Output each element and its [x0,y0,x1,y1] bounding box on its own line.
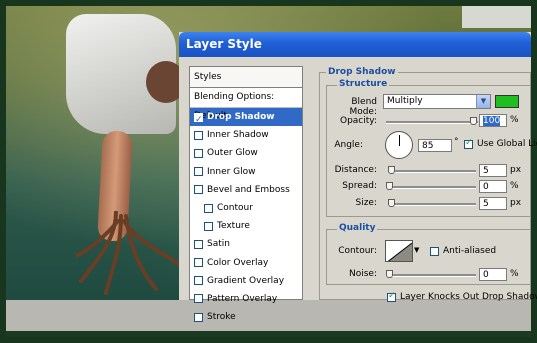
blend-mode-value: Multiply [387,96,423,106]
size-slider-track[interactable] [388,203,476,206]
style-item-contour[interactable]: Contour [190,199,302,217]
dialog-titlebar[interactable]: Layer Style [179,32,531,57]
angle-unit: ° [454,137,459,147]
structure-title: Structure [337,79,390,89]
angle-dial[interactable] [385,131,413,159]
styles-list-panel: Styles Blending Options: Default Drop Sh… [189,66,303,322]
style-item-label: Drop Shadow [207,112,275,123]
style-item-checkbox[interactable] [194,167,203,177]
use-global-light-checkbox[interactable] [464,138,473,149]
anti-aliased-label: Anti-aliased [443,246,497,256]
style-item-label: Outer Glow [207,148,258,159]
style-item-label: Texture [217,221,250,232]
tree-roots [76,211,183,295]
angle-needle [399,135,400,146]
blending-options-item[interactable]: Blending Options: Default [190,88,302,121]
style-item-checkbox[interactable] [194,312,203,322]
knockout-label: Layer Knocks Out Drop Shadow [400,292,537,302]
spread-slider-track[interactable] [388,186,476,189]
background-window [462,6,531,28]
style-items-list: Drop Shadow Inner Shadow Outer Glow Inner G… [190,108,302,326]
style-item-color-overlay[interactable]: Color Overlay [190,254,302,272]
distance-slider-thumb[interactable] [388,166,395,174]
spread-input[interactable]: 0 [479,180,507,193]
style-item-checkbox[interactable] [194,258,203,268]
spread-label: Spread: [342,181,377,191]
style-item-label: Color Overlay [207,257,269,268]
style-item-label: Inner Shadow [207,130,269,141]
distance-unit: px [510,165,522,175]
layer-style-dialog: Layer Style Styles Blending Options: Def… [179,32,537,322]
style-item-checkbox[interactable] [194,111,203,129]
opacity-slider-track[interactable] [386,121,478,124]
spread-slider-thumb[interactable] [386,182,393,190]
style-item-checkbox[interactable] [194,148,203,158]
style-item-label: Bevel and Emboss [207,184,290,195]
opacity-unit: % [510,115,519,125]
style-item-checkbox[interactable] [194,294,203,304]
anti-aliased-checkbox[interactable] [430,246,439,256]
dialog-title: Layer Style [186,37,262,51]
style-item-label: Contour [217,203,253,214]
noise-slider-track[interactable] [388,274,476,277]
opacity-label: Opacity: [340,116,377,126]
style-item-label: Inner Glow [207,166,256,177]
style-item-label: Gradient Overlay [207,275,285,286]
contour-dropdown-arrow[interactable]: ▼ [414,246,419,254]
distance-slider-track[interactable] [388,170,476,173]
style-item-label: Satin [207,239,230,250]
style-item-bevel-and-emboss[interactable]: Bevel and Emboss [190,181,302,199]
opacity-slider-thumb[interactable] [470,117,477,125]
distance-input[interactable]: 5 [479,164,507,177]
style-item-checkbox[interactable] [194,239,203,249]
style-item-checkbox[interactable] [204,203,213,213]
blend-mode-label: Blend Mode: [349,97,377,117]
anti-aliased-option[interactable]: Anti-aliased [430,246,496,256]
style-item-outer-glow[interactable]: Outer Glow [190,144,302,162]
style-item-checkbox[interactable] [204,221,213,231]
noise-label: Noise: [349,269,377,279]
style-item-texture[interactable]: Texture [190,217,302,235]
size-input[interactable]: 5 [479,197,507,210]
style-item-drop-shadow[interactable]: Drop Shadow [190,108,302,129]
angle-label: Angle: [334,140,363,150]
style-item-stroke[interactable]: Stroke [190,308,302,326]
style-item-pattern-overlay[interactable]: Pattern Overlay [190,290,302,308]
use-global-light-label: Use Global Light [477,139,537,149]
distance-label: Distance: [334,165,377,175]
size-slider-thumb[interactable] [388,199,395,207]
contour-preview[interactable] [385,240,413,262]
style-item-inner-glow[interactable]: Inner Glow [190,163,302,181]
style-item-gradient-overlay[interactable]: Gradient Overlay [190,272,302,290]
style-item-label: Pattern Overlay [207,293,278,304]
style-item-checkbox[interactable] [194,276,203,286]
contour-label: Contour: [338,246,377,256]
spread-unit: % [510,181,519,191]
noise-input[interactable]: 0 [479,268,507,281]
size-label: Size: [355,198,377,208]
size-unit: px [510,198,522,208]
style-item-checkbox[interactable] [194,130,203,140]
contour-curve-icon [387,242,412,261]
chevron-down-icon: ▼ [476,95,490,108]
shadow-color-swatch[interactable] [495,95,519,108]
style-item-label: Stroke [207,312,236,323]
knockout-checkbox[interactable] [387,291,396,302]
noise-slider-thumb[interactable] [386,270,393,278]
drop-shadow-title: Drop Shadow [326,67,398,77]
noise-unit: % [510,269,519,279]
style-item-checkbox[interactable] [194,185,203,195]
style-item-inner-shadow[interactable]: Inner Shadow [190,126,302,144]
style-item-satin[interactable]: Satin [190,235,302,253]
angle-input[interactable]: 85 [418,139,452,152]
styles-header[interactable]: Styles [190,67,302,88]
quality-title: Quality [337,223,378,233]
knockout-option[interactable]: Layer Knocks Out Drop Shadow [387,291,537,302]
blend-mode-select[interactable]: Multiply ▼ [383,94,491,109]
opacity-input[interactable]: 100 [479,114,507,127]
use-global-light-option[interactable]: Use Global Light [464,138,537,149]
